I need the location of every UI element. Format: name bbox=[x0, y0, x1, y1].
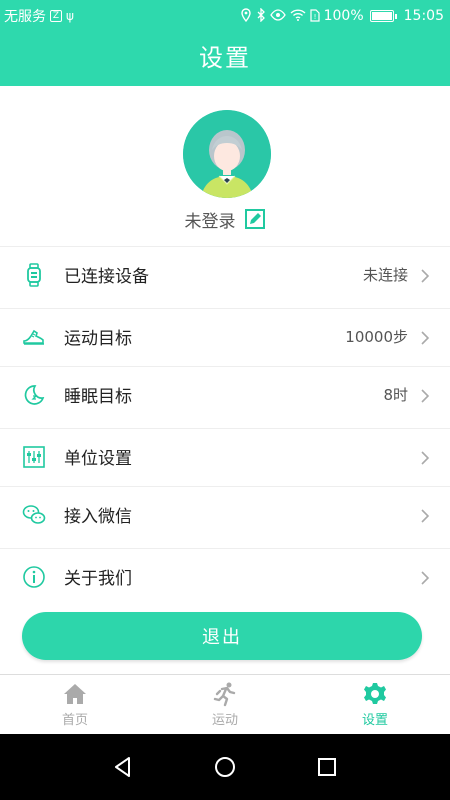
tab-sport[interactable]: 运动 bbox=[150, 675, 300, 734]
battery-level bbox=[371, 12, 392, 20]
menu-label: 睡眠目标 bbox=[64, 387, 132, 407]
menu-item-connected-device[interactable]: 已连接设备 未连接 bbox=[0, 246, 450, 302]
page-title: 设置 bbox=[199, 44, 251, 72]
menu-label: 接入微信 bbox=[64, 507, 132, 527]
menu-value: 8时 bbox=[383, 386, 408, 404]
chevron-right-icon bbox=[418, 570, 432, 585]
logout-button[interactable]: 退出 bbox=[22, 612, 422, 660]
battery-icon bbox=[369, 10, 397, 22]
gear-icon bbox=[362, 681, 388, 707]
chevron-right-icon bbox=[418, 508, 432, 523]
watch-icon bbox=[22, 262, 46, 287]
menu-label: 已连接设备 bbox=[64, 267, 149, 287]
clock: 15:05 bbox=[403, 8, 444, 24]
menu-label: 运动目标 bbox=[64, 329, 132, 349]
system-nav-bar bbox=[0, 734, 450, 800]
wechat-icon bbox=[22, 503, 46, 527]
recent-apps-icon[interactable] bbox=[315, 755, 339, 779]
username[interactable]: 未登录 bbox=[185, 207, 236, 232]
location-icon bbox=[240, 8, 252, 24]
tab-label: 设置 bbox=[361, 713, 388, 728]
menu-item-about-us[interactable]: 关于我们 bbox=[0, 548, 450, 604]
sim-icon: ! bbox=[310, 8, 320, 24]
svg-text:!: ! bbox=[313, 13, 316, 21]
sneaker-icon bbox=[22, 325, 46, 349]
edit-icon[interactable] bbox=[244, 208, 266, 230]
status-right: ! 100% 15:05 bbox=[240, 7, 444, 24]
chevron-right-icon bbox=[418, 268, 432, 283]
tab-label: 运动 bbox=[211, 713, 238, 728]
menu-label: 单位设置 bbox=[64, 449, 132, 469]
menu-label: 关于我们 bbox=[64, 569, 132, 589]
home-nav-icon[interactable] bbox=[213, 755, 237, 779]
menu-value: 10000步 bbox=[345, 328, 408, 346]
user-avatar-icon bbox=[183, 110, 271, 198]
home-icon bbox=[62, 681, 88, 707]
usb-icon: ψ bbox=[66, 9, 74, 23]
menu-item-wechat[interactable]: 接入微信 bbox=[0, 486, 450, 542]
app-notification-icon: Z bbox=[50, 10, 62, 22]
tab-settings[interactable]: 设置 bbox=[300, 675, 450, 734]
tab-bar: 首页 运动 设置 bbox=[0, 674, 450, 734]
menu-value: 未连接 bbox=[362, 266, 408, 284]
eye-icon bbox=[269, 9, 286, 23]
menu-item-unit-settings[interactable]: 单位设置 bbox=[0, 428, 450, 484]
tab-home[interactable]: 首页 bbox=[0, 675, 150, 734]
chevron-right-icon bbox=[418, 388, 432, 403]
chevron-right-icon bbox=[418, 450, 432, 465]
wifi-icon bbox=[290, 9, 306, 23]
back-icon[interactable] bbox=[111, 755, 135, 779]
carrier-text: 无服务 bbox=[4, 9, 46, 25]
running-icon bbox=[212, 681, 238, 707]
bluetooth-icon bbox=[256, 7, 266, 24]
status-bar: 无服务 Z ψ ! 100% 15:05 bbox=[0, 0, 450, 32]
battery-percent: 100% bbox=[323, 8, 364, 24]
info-icon bbox=[22, 565, 46, 589]
sliders-icon bbox=[22, 445, 46, 469]
profile-row: 未登录 bbox=[0, 206, 450, 232]
chevron-right-icon bbox=[418, 330, 432, 345]
moon-icon bbox=[22, 383, 46, 407]
tab-label: 首页 bbox=[61, 713, 88, 728]
app-header: 无服务 Z ψ ! 100% 15:05 设置 bbox=[0, 0, 450, 86]
menu-item-exercise-goal[interactable]: 运动目标 10000步 bbox=[0, 308, 450, 364]
status-left: 无服务 Z ψ bbox=[4, 6, 74, 26]
menu-item-sleep-goal[interactable]: 睡眠目标 8时 bbox=[0, 366, 450, 422]
avatar[interactable] bbox=[183, 110, 271, 198]
